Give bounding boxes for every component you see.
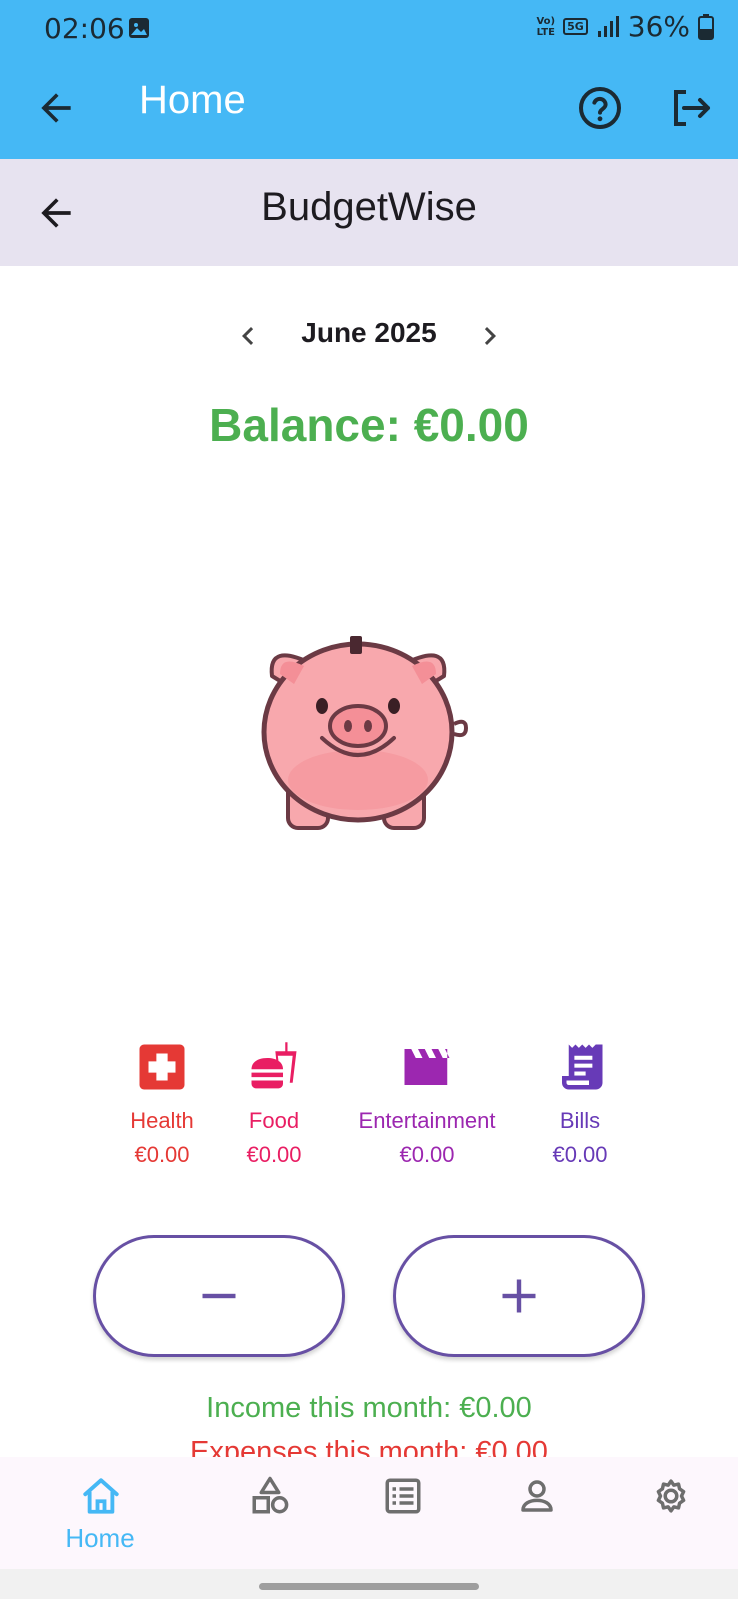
bottom-navigation: Home	[0, 1457, 738, 1569]
gesture-handle[interactable]	[259, 1583, 479, 1590]
nav-transactions[interactable]	[342, 1457, 462, 1569]
status-time: 02:06	[44, 12, 125, 45]
month-selector: June 2025	[0, 312, 738, 360]
settings-icon	[656, 1479, 686, 1513]
category-summary: Health €0.00 Food €0.00 Entertainment €0…	[0, 1040, 738, 1180]
5g-indicator: 5G	[563, 18, 588, 35]
top-app-area: 02:06 Vo) LTE 5G 36% Home	[0, 0, 738, 159]
status-bar: 02:06 Vo) LTE 5G 36%	[0, 0, 738, 58]
minus-icon	[202, 1293, 236, 1299]
secondary-app-bar: BudgetWise	[0, 159, 738, 266]
category-name: Entertainment	[358, 1108, 496, 1133]
category-amount: €0.00	[246, 1142, 302, 1167]
category-bills[interactable]: Bills €0.00	[500, 1040, 660, 1168]
signal-icon	[597, 15, 619, 37]
plus-icon	[502, 1279, 536, 1313]
income-summary: Income this month: €0.00	[206, 1392, 532, 1424]
fastfood-icon	[251, 1042, 297, 1089]
category-name: Food	[248, 1108, 300, 1133]
status-right: Vo) LTE 5G 36%	[536, 10, 714, 43]
movie-clapper-icon	[404, 1049, 450, 1085]
back-arrow-icon[interactable]	[34, 86, 78, 130]
home-icon	[83, 1478, 119, 1514]
nav-settings[interactable]	[610, 1457, 730, 1569]
nav-home[interactable]: Home	[40, 1457, 160, 1569]
category-entertainment[interactable]: Entertainment €0.00	[347, 1040, 507, 1168]
health-cross-icon	[139, 1044, 185, 1090]
battery-percent: 36%	[627, 10, 690, 43]
month-label: June 2025	[301, 317, 437, 348]
app-bar-title: Home	[139, 78, 246, 122]
nav-categories[interactable]	[209, 1457, 329, 1569]
list-icon	[385, 1478, 421, 1514]
category-amount: €0.00	[399, 1142, 455, 1167]
person-icon	[521, 1480, 553, 1512]
volte-indicator: Vo) LTE	[536, 15, 556, 38]
category-name: Bills	[559, 1108, 601, 1133]
nav-home-label: Home	[65, 1523, 135, 1553]
app-bar: Home	[0, 58, 738, 159]
category-food[interactable]: Food €0.00	[194, 1040, 354, 1168]
app-name-title: BudgetWise	[261, 185, 477, 229]
piggy-bank-illustration	[261, 636, 469, 830]
balance-text: Balance: €0.00	[209, 399, 529, 451]
battery-icon	[698, 13, 714, 40]
receipt-icon	[562, 1044, 603, 1090]
logout-icon[interactable]	[666, 84, 714, 132]
nav-profile[interactable]	[476, 1457, 596, 1569]
categories-icon	[252, 1476, 289, 1514]
help-icon[interactable]	[576, 84, 624, 132]
add-expense-button[interactable]	[93, 1235, 345, 1357]
chevron-left-icon[interactable]	[230, 318, 266, 354]
category-amount: €0.00	[552, 1142, 608, 1167]
image-notification-icon	[129, 18, 149, 38]
add-income-button[interactable]	[393, 1235, 645, 1357]
chevron-right-icon[interactable]	[472, 318, 508, 354]
